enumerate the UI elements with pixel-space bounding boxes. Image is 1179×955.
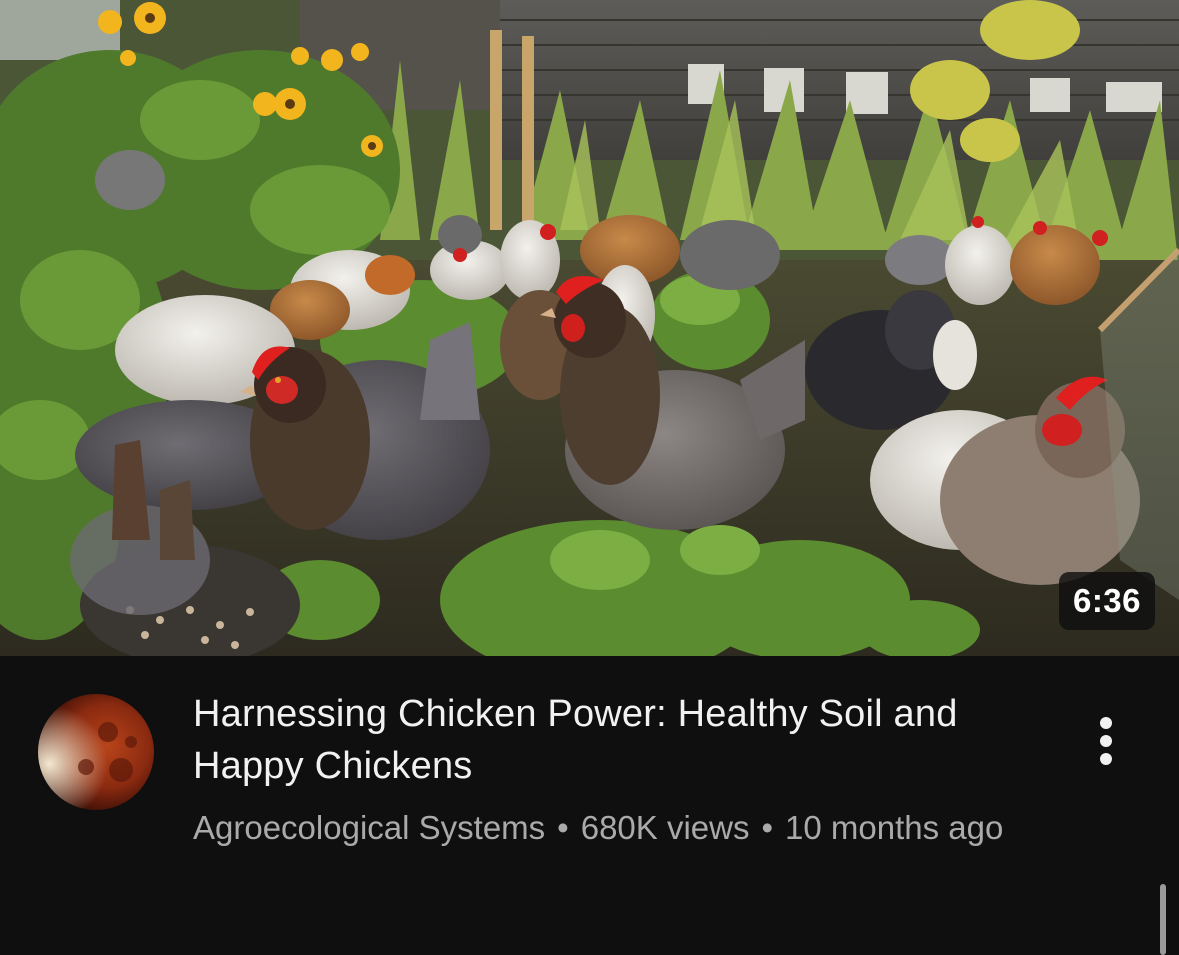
duration-badge: 6:36 xyxy=(1059,572,1155,630)
video-card[interactable]: 6:36 Harnessing Chicken Power: Healthy S… xyxy=(0,0,1179,955)
scrollbar[interactable] xyxy=(1160,884,1166,955)
separator-dot: • xyxy=(557,809,569,846)
video-subtitle: Agroecological Systems • 680K views • 10 mon… xyxy=(193,806,1053,850)
view-count: 680K views xyxy=(580,809,750,846)
video-title[interactable]: Harnessing Chicken Power: Healthy Soil a… xyxy=(193,688,1053,792)
video-meta: Harnessing Chicken Power: Healthy Soil a… xyxy=(193,688,1053,850)
channel-avatar[interactable] xyxy=(36,692,156,812)
more-vert-icon xyxy=(1100,735,1112,747)
video-thumbnail[interactable]: 6:36 xyxy=(0,0,1179,656)
channel-name[interactable]: Agroecological Systems xyxy=(193,809,545,846)
more-options-button[interactable] xyxy=(1083,706,1129,776)
more-vert-icon xyxy=(1100,753,1112,765)
more-vert-icon xyxy=(1100,717,1112,729)
thumbnail-image xyxy=(0,0,1179,656)
moon-avatar-icon xyxy=(36,692,156,812)
upload-age: 10 months ago xyxy=(785,809,1004,846)
separator-dot: • xyxy=(761,809,774,846)
